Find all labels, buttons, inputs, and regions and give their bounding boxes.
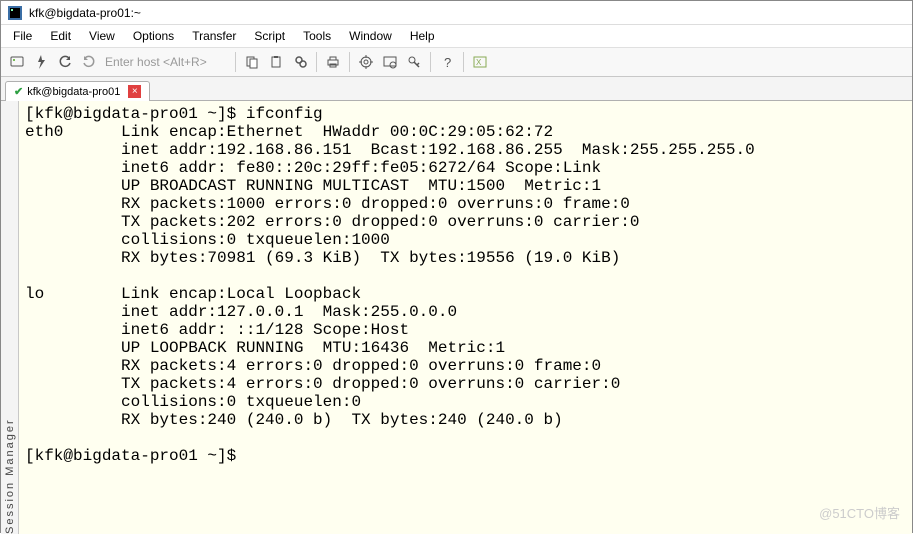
print-icon[interactable] [321,50,345,74]
menu-script[interactable]: Script [246,27,293,45]
menu-help[interactable]: Help [402,27,443,45]
connect-icon[interactable] [5,50,29,74]
session-manager-label: Session Manager [4,107,16,534]
find-icon[interactable] [288,50,312,74]
tab-bar: ✔ kfk@bigdata-pro01 × [1,77,912,101]
toolbar-separator [430,52,431,72]
help-icon[interactable]: ? [435,50,459,74]
session-tab-active[interactable]: ✔ kfk@bigdata-pro01 × [5,81,150,101]
tab-label: kfk@bigdata-pro01 [27,86,120,98]
menu-view[interactable]: View [81,27,123,45]
copy-icon[interactable] [240,50,264,74]
session-manager-panel[interactable]: Session Manager [1,101,19,534]
key-icon[interactable] [402,50,426,74]
menu-edit[interactable]: Edit [42,27,79,45]
xterm-icon[interactable]: X [468,50,492,74]
window-title: kfk@bigdata-pro01:~ [29,6,141,20]
app-icon [7,5,23,21]
terminal-output[interactable]: [kfk@bigdata-pro01 ~]$ ifconfig eth0 Lin… [19,101,912,534]
menu-transfer[interactable]: Transfer [184,27,244,45]
quick-connect-icon[interactable] [29,50,53,74]
window-titlebar: kfk@bigdata-pro01:~ [1,1,912,25]
svg-text:X: X [476,58,482,67]
menu-tools[interactable]: Tools [295,27,339,45]
toolbar-separator [463,52,464,72]
main-area: Session Manager [kfk@bigdata-pro01 ~]$ i… [1,101,912,534]
svg-text:?: ? [444,55,451,69]
menu-window[interactable]: Window [341,27,400,45]
toolbar-separator [349,52,350,72]
menu-bar: File Edit View Options Transfer Script T… [1,25,912,47]
menu-file[interactable]: File [5,27,40,45]
reconnect-icon[interactable] [53,50,77,74]
toolbar-separator [316,52,317,72]
disconnect-icon[interactable] [77,50,101,74]
settings-icon[interactable] [354,50,378,74]
tab-close-icon[interactable]: × [128,85,141,98]
session-options-icon[interactable] [378,50,402,74]
tab-status-icon: ✔ [14,85,23,98]
toolbar: Enter host <Alt+R> ? X [1,47,912,77]
host-input[interactable]: Enter host <Alt+R> [101,51,231,73]
paste-icon[interactable] [264,50,288,74]
toolbar-separator [235,52,236,72]
menu-options[interactable]: Options [125,27,182,45]
